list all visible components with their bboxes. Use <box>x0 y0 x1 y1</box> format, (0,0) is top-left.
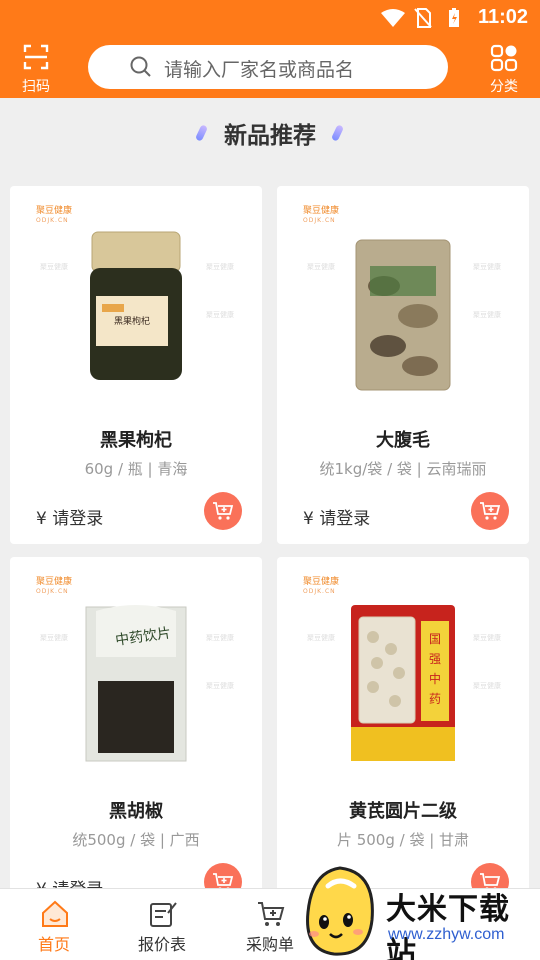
tab-home[interactable]: 首页 <box>4 889 104 960</box>
battery-icon <box>448 8 460 32</box>
purchase-icon <box>258 902 285 926</box>
tab-label: 报价表 <box>137 935 186 954</box>
watermark: 聚豆健康 <box>473 682 501 690</box>
brand-logo: 聚豆健康 ODJK.CN <box>303 577 340 595</box>
product-card[interactable]: 聚豆健康 ODJK.CN 聚豆健康 聚豆健康 聚豆健康 国 强 中 药 黄芪圆片二… <box>277 557 529 915</box>
product-card[interactable]: 聚豆健康 ODJK.CN 聚豆健康 聚豆健康 聚豆健康 黑果枸杞 黑果枸杞 60g… <box>10 186 262 544</box>
header: 扫码 请输入厂家名或商品名 分类 <box>0 36 540 98</box>
product-spec: 统1kg/袋 / 袋 | 云南瑞丽 <box>319 460 487 478</box>
section-title: 新品推荐 <box>224 123 316 149</box>
product-card[interactable]: 聚豆健康 ODJK.CN 聚豆健康 聚豆健康 聚豆健康 中药饮片 黑胡椒 统500… <box>10 557 262 915</box>
watermark: 聚豆健康 <box>206 634 234 642</box>
add-to-cart-button[interactable] <box>204 492 242 530</box>
product-price: ¥ 请登录 <box>36 509 104 529</box>
site-brand: 大米下载站 <box>386 892 510 960</box>
price-list-icon <box>150 902 177 927</box>
home-icon <box>42 900 68 927</box>
watermark: 聚豆健康 <box>206 682 234 690</box>
watermark: 聚豆健康 <box>307 263 335 271</box>
product-spec: 片 500g / 袋 | 甘肃 <box>336 831 470 849</box>
product-name: 大腹毛 <box>376 430 430 451</box>
product-name: 黑果枸杞 <box>100 430 172 451</box>
product-name: 黄芪圆片二级 <box>349 801 457 822</box>
category-icon <box>490 44 518 72</box>
brand-logo: 聚豆健康 ODJK.CN <box>303 206 340 224</box>
brand-logo: 聚豆健康 ODJK.CN <box>36 206 73 224</box>
product-name: 黑胡椒 <box>109 801 163 822</box>
add-to-cart-button[interactable] <box>471 492 509 530</box>
svg-text:强: 强 <box>429 652 441 666</box>
watermark: 聚豆健康 <box>206 311 234 319</box>
no-sim-icon <box>414 8 432 32</box>
svg-text:中: 中 <box>429 671 441 686</box>
svg-text:黑果枸杞: 黑果枸杞 <box>114 315 150 327</box>
search-icon <box>130 56 151 77</box>
scan-button[interactable]: 扫码 <box>14 40 58 95</box>
product-image: 黑果枸杞 <box>90 231 182 380</box>
site-url: www.zzhyw.com <box>388 926 505 943</box>
product-image: 国 强 中 药 <box>351 605 455 761</box>
category-label: 分类 <box>490 79 518 95</box>
watermark: 聚豆健康 <box>473 634 501 642</box>
wifi-icon <box>380 8 406 32</box>
product-image: 中药饮片 <box>85 605 187 762</box>
status-bar: 11:02 <box>0 0 540 36</box>
scan-icon <box>23 44 49 70</box>
category-button[interactable]: 分类 <box>482 40 526 95</box>
product-price: ¥ 请登录 <box>303 509 371 529</box>
watermark: 聚豆健康 <box>307 634 335 642</box>
watermark: 聚豆健康 <box>40 263 68 271</box>
watermark: 聚豆健康 <box>40 634 68 642</box>
svg-text:国: 国 <box>429 632 441 646</box>
product-card[interactable]: 聚豆健康 ODJK.CN 聚豆健康 聚豆健康 聚豆健康 大腹毛 统1kg/袋 / … <box>277 186 529 544</box>
tab-price-list[interactable]: 报价表 <box>112 889 212 960</box>
watermark: 聚豆健康 <box>473 311 501 319</box>
search-input[interactable]: 请输入厂家名或商品名 <box>88 45 448 89</box>
status-time: 11:02 <box>477 6 528 28</box>
tab-label: 首页 <box>37 935 70 954</box>
product-image <box>355 239 451 391</box>
scan-label: 扫码 <box>22 79 50 95</box>
search-placeholder: 请输入厂家名或商品名 <box>164 59 355 81</box>
section-header: 新品推荐 <box>0 112 540 152</box>
product-spec: 60g / 瓶 | 青海 <box>84 460 188 478</box>
svg-text:药: 药 <box>429 692 441 706</box>
watermark: 聚豆健康 <box>206 263 234 271</box>
rice-mascot-icon <box>306 866 374 956</box>
brand-logo: 聚豆健康 ODJK.CN <box>36 577 73 595</box>
cart-icon <box>213 502 234 520</box>
watermark: 聚豆健康 <box>473 263 501 271</box>
product-spec: 统500g / 袋 | 广西 <box>72 831 200 849</box>
site-watermark: 大米下载站 www.zzhyw.com <box>298 864 540 960</box>
cart-icon <box>480 502 501 520</box>
